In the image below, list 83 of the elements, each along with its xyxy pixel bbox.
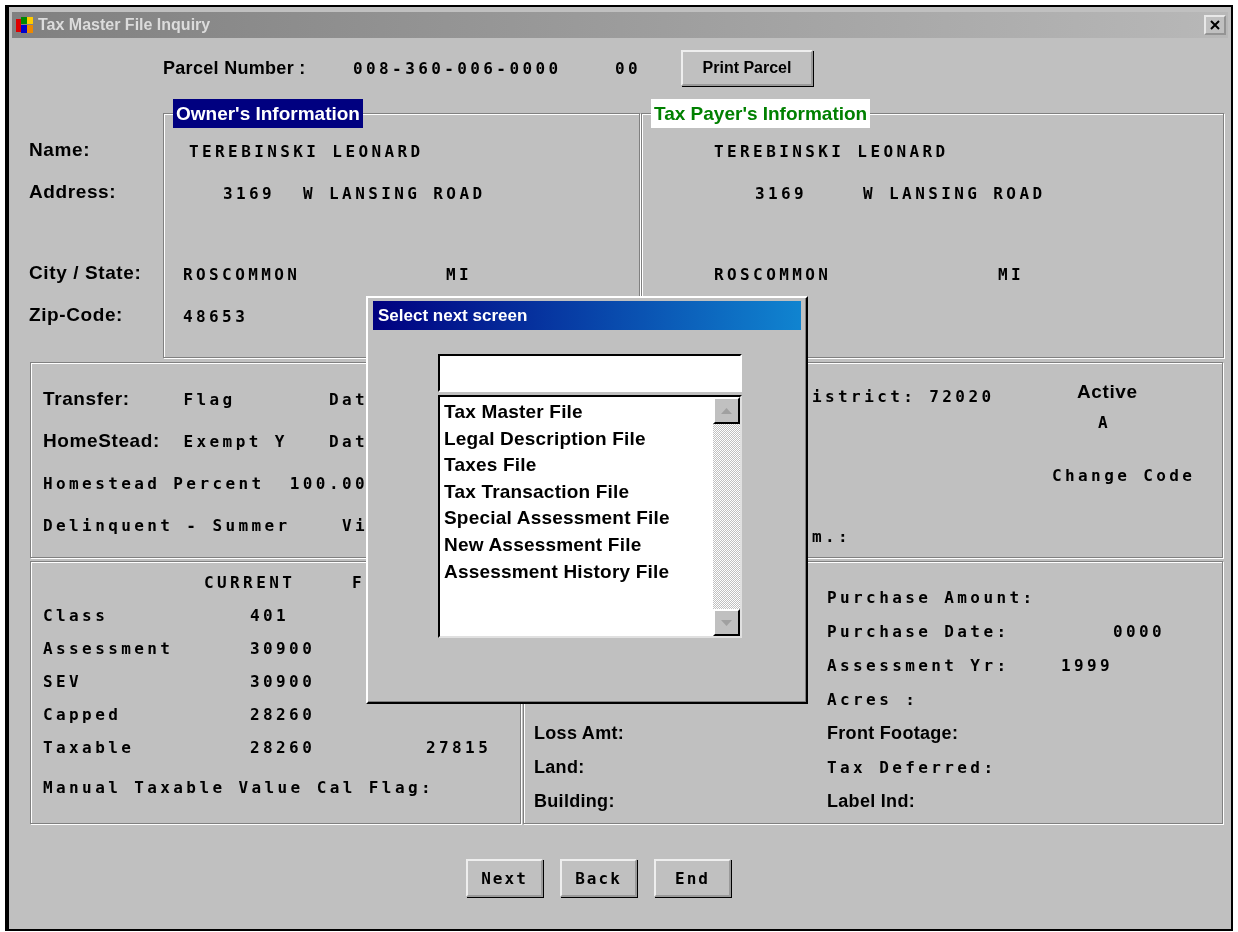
active-value: A [1098,413,1113,432]
nav-button[interactable]: End [654,859,731,897]
nav-button[interactable]: Next [466,859,543,897]
parcel-number-label: Parcel Number : [163,57,307,79]
field-value: 28260 [250,705,317,724]
field-label: Acres : [827,689,919,709]
field-label: Manual Taxable Value Cal Flag: [43,778,434,797]
close-button[interactable] [1204,15,1226,35]
list-item[interactable]: Tax Transaction File [444,478,713,506]
field-label: Delinquent - Summer [43,515,292,535]
field-label: Purchase Amount: [827,587,1036,607]
dialog-title: Select next screen [373,301,801,330]
input-field[interactable] [438,354,742,392]
street-name: W LANSING ROAD [303,183,486,203]
field-label: Dat [328,389,368,409]
change-code-label: Change Code [1052,466,1196,485]
list-item[interactable]: New Assessment File [444,531,713,559]
field-label: Assessment Yr: [827,655,1011,675]
parcel-number: 008-360-006-0000 [353,58,563,78]
street-number: 3169 [755,183,809,203]
group-legend: Tax Payer's Information [651,99,871,128]
field-value: Flag [183,389,237,409]
scroll-up-button[interactable] [713,397,740,424]
scrollbar[interactable] [713,397,740,636]
column-header: CURRENT [204,573,297,592]
field-value: 401 [250,606,291,625]
print-parcel-button[interactable]: Print Parcel [681,50,813,86]
zip-code: 48653 [183,306,249,326]
field-label: Class [43,606,110,625]
colored-blocks-icon [15,15,35,35]
owner-name: TEREBINSKI LEONARD [189,141,424,161]
tax-payer-name: TEREBINSKI LEONARD [714,141,949,161]
field-label: Taxable [43,738,136,757]
field-label: Front Footage: [827,722,959,744]
field-label: Capped [43,705,123,724]
field-label: Name: [29,139,91,161]
field-label: m.: [812,527,853,546]
list-item[interactable]: Tax Master File [444,399,713,426]
field-label: Tax Deferred: [827,757,997,777]
scroll-down-button[interactable] [713,609,740,636]
field-label: Building: [534,790,615,812]
field-label: Zip-Code: [29,304,124,326]
field-value: 100.00 [289,473,368,493]
field-label: Vi [341,515,368,535]
group-legend: Owner's Information [173,99,363,128]
field-label: Address: [29,181,117,203]
field-value: 1999 [1061,655,1114,675]
list-item[interactable]: Legal Description File [444,425,713,453]
field-label: Assessment [43,639,175,658]
field-value: Exempt Y [183,431,289,451]
field-label: Dat [328,431,368,451]
field-label: Homestead Percent [43,473,266,493]
field-label: Transfer: [43,388,131,410]
field-label: Purchase Date: [827,621,1011,641]
list-item[interactable]: Taxes File [444,452,713,479]
field-label: Label Ind: [827,790,915,812]
street-name: W LANSING ROAD [863,183,1046,203]
window-title: Tax Master File Inquiry [38,16,212,34]
field-label: SEV [43,672,84,691]
field-value: 30900 [250,672,317,691]
field-value: 30900 [250,639,317,658]
state: MI [446,264,473,284]
column-header: F [352,573,366,592]
city: ROSCOMMON [714,264,833,284]
active-label: Active [1077,381,1139,403]
city: ROSCOMMON [183,264,302,284]
street-number: 3169 [223,183,277,203]
district-label: istrict: 72020 [812,387,996,406]
field-value: 27815 [426,738,492,757]
list-item[interactable]: Special Assessment File [444,505,713,532]
field-value: 0000 [1113,621,1166,641]
down-arrow-icon [721,619,732,626]
field-label: Land: [534,756,585,778]
field-value: 28260 [250,738,317,757]
close-icon [1210,20,1220,30]
up-arrow-icon [721,407,732,414]
state: MI [998,264,1025,284]
nav-button[interactable]: Back [560,859,637,897]
field-label: Loss Amt: [534,722,625,744]
list-item[interactable]: Assessment History File [444,558,713,586]
parcel-suffix: 00 [615,58,643,78]
field-label: HomeStead: [43,430,161,452]
field-label: City / State: [29,262,142,284]
